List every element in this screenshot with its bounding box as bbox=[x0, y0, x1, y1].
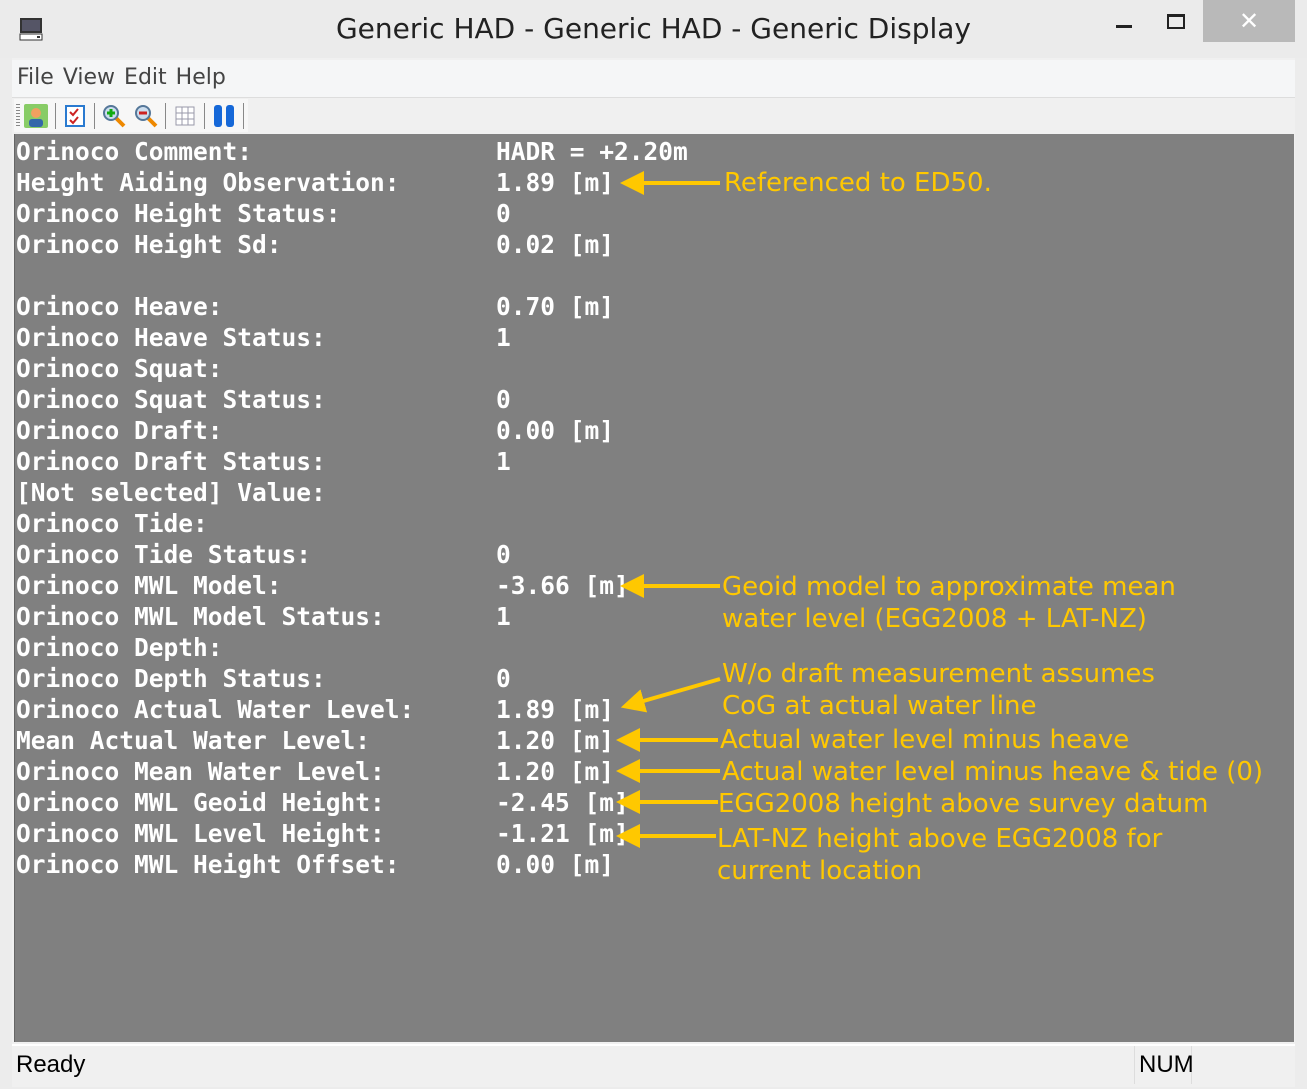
annotation-draft-line1: W/o draft measurement assumes bbox=[722, 659, 1155, 689]
status-bar: Ready NUM bbox=[12, 1044, 1295, 1086]
annotation-geoid-line1: Geoid model to approximate mean bbox=[722, 572, 1176, 602]
status-text: Ready bbox=[16, 1051, 86, 1078]
annotation-latnz-line1: LAT-NZ height above EGG2008 for bbox=[717, 824, 1163, 854]
annotation-ed50: Referenced to ED50. bbox=[724, 168, 992, 198]
annotation-actual-heave-tide: Actual water level minus heave & tide (0… bbox=[722, 757, 1264, 787]
annotation-actual-heave: Actual water level minus heave bbox=[720, 725, 1130, 755]
annotation-geoid-line2: water level (EGG2008 + LAT-NZ) bbox=[722, 604, 1147, 634]
num-lock-indicator: NUM bbox=[1134, 1046, 1194, 1084]
annotation-egg: EGG2008 height above survey datum bbox=[718, 789, 1209, 819]
arrow-draft bbox=[620, 677, 721, 713]
annotation-arrows bbox=[616, 171, 721, 848]
annotation-latnz-line2: current location bbox=[717, 856, 923, 886]
annotation-draft-line2: CoG at actual water line bbox=[722, 691, 1037, 721]
